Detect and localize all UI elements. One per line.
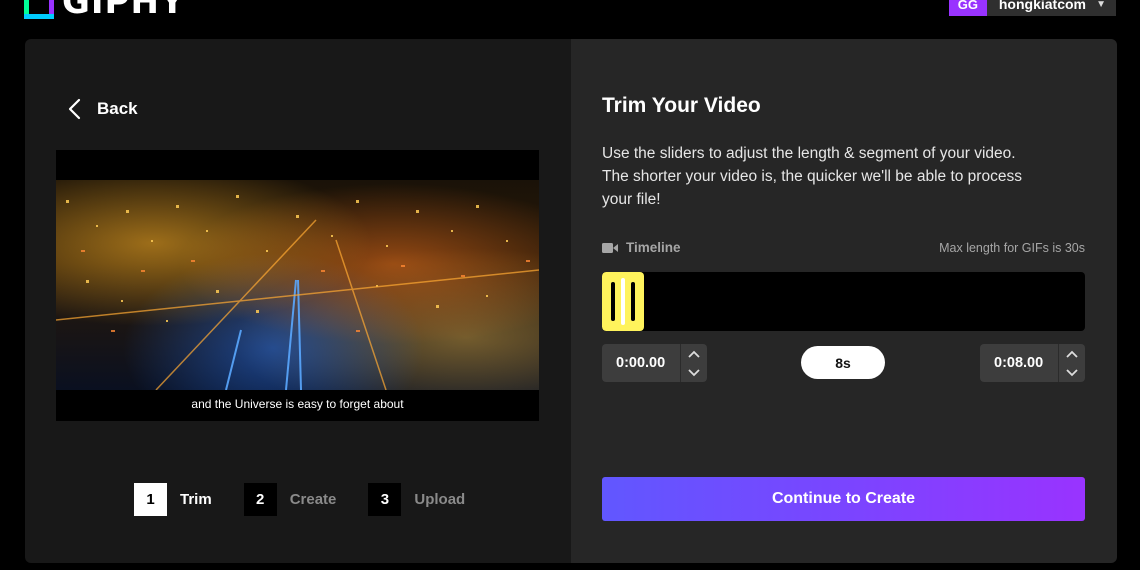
duration-badge: 8s [801, 346, 885, 379]
start-time-input[interactable] [602, 344, 680, 382]
step-number: 1 [134, 483, 167, 516]
end-decrement-button[interactable] [1059, 363, 1085, 382]
step-label: Upload [414, 491, 466, 508]
start-decrement-button[interactable] [681, 363, 707, 382]
timeline-label: Timeline [626, 240, 681, 255]
back-label: Back [97, 99, 138, 118]
step-number: 3 [368, 483, 402, 516]
start-time-stepper [680, 344, 707, 382]
continue-to-create-button[interactable]: Continue to Create [602, 477, 1085, 521]
giphy-logo-icon [24, 0, 54, 19]
chevron-down-icon [688, 368, 700, 376]
city-lights-image [56, 195, 539, 390]
account-menu[interactable]: GG hongkiatcom ▼ [948, 0, 1116, 16]
video-caption: and the Universe is easy to forget about [191, 397, 404, 411]
video-camera-icon [602, 242, 618, 253]
timeline-header: Timeline Max length for GIFs is 30s [602, 240, 1085, 255]
trim-description: Use the sliders to adjust the length & s… [602, 145, 1022, 208]
step-upload: 3 Upload [368, 483, 465, 516]
end-time-stepper [1058, 344, 1085, 382]
start-increment-button[interactable] [681, 344, 707, 363]
avatar: GG [948, 0, 987, 16]
chevron-down-icon: ▼ [1096, 0, 1106, 10]
step-label: Create [289, 491, 337, 508]
chevron-up-icon [1066, 350, 1078, 358]
handle-grip-left [611, 282, 615, 321]
timeline-track[interactable] [602, 272, 1085, 331]
back-button[interactable]: Back [65, 97, 138, 121]
account-name: hongkiatcom [998, 0, 1086, 12]
max-length-note: Max length for GIFs is 30s [939, 240, 1085, 255]
chevron-up-icon [688, 350, 700, 358]
trim-handle[interactable] [602, 272, 644, 331]
step-trim: 1 Trim [134, 483, 212, 516]
start-time-control [602, 344, 707, 382]
playhead [621, 278, 625, 325]
video-frame [56, 180, 539, 390]
chevron-left-icon [68, 98, 81, 120]
step-indicator: 1 Trim 2 Create 3 Upload [134, 483, 497, 516]
step-label: Trim [180, 491, 212, 508]
logo-text: GIPHY [62, 0, 186, 22]
end-time-input[interactable] [980, 344, 1058, 382]
trim-panel: Trim Your Video Use the sliders to adjus… [571, 39, 1117, 563]
video-player[interactable]: and the Universe is easy to forget about [56, 150, 539, 421]
handle-grip-right [631, 282, 635, 321]
end-time-control [980, 344, 1085, 382]
end-increment-button[interactable] [1059, 344, 1085, 363]
chevron-down-icon [1066, 368, 1078, 376]
video-preview-panel: Back and the Universe is easy to forget … [25, 39, 573, 563]
step-number: 2 [243, 483, 277, 516]
giphy-logo[interactable]: GIPHY [24, 0, 186, 22]
step-create: 2 Create [243, 483, 337, 516]
account-name-button[interactable]: hongkiatcom ▼ [986, 0, 1116, 16]
page-title: Trim Your Video [602, 94, 761, 117]
